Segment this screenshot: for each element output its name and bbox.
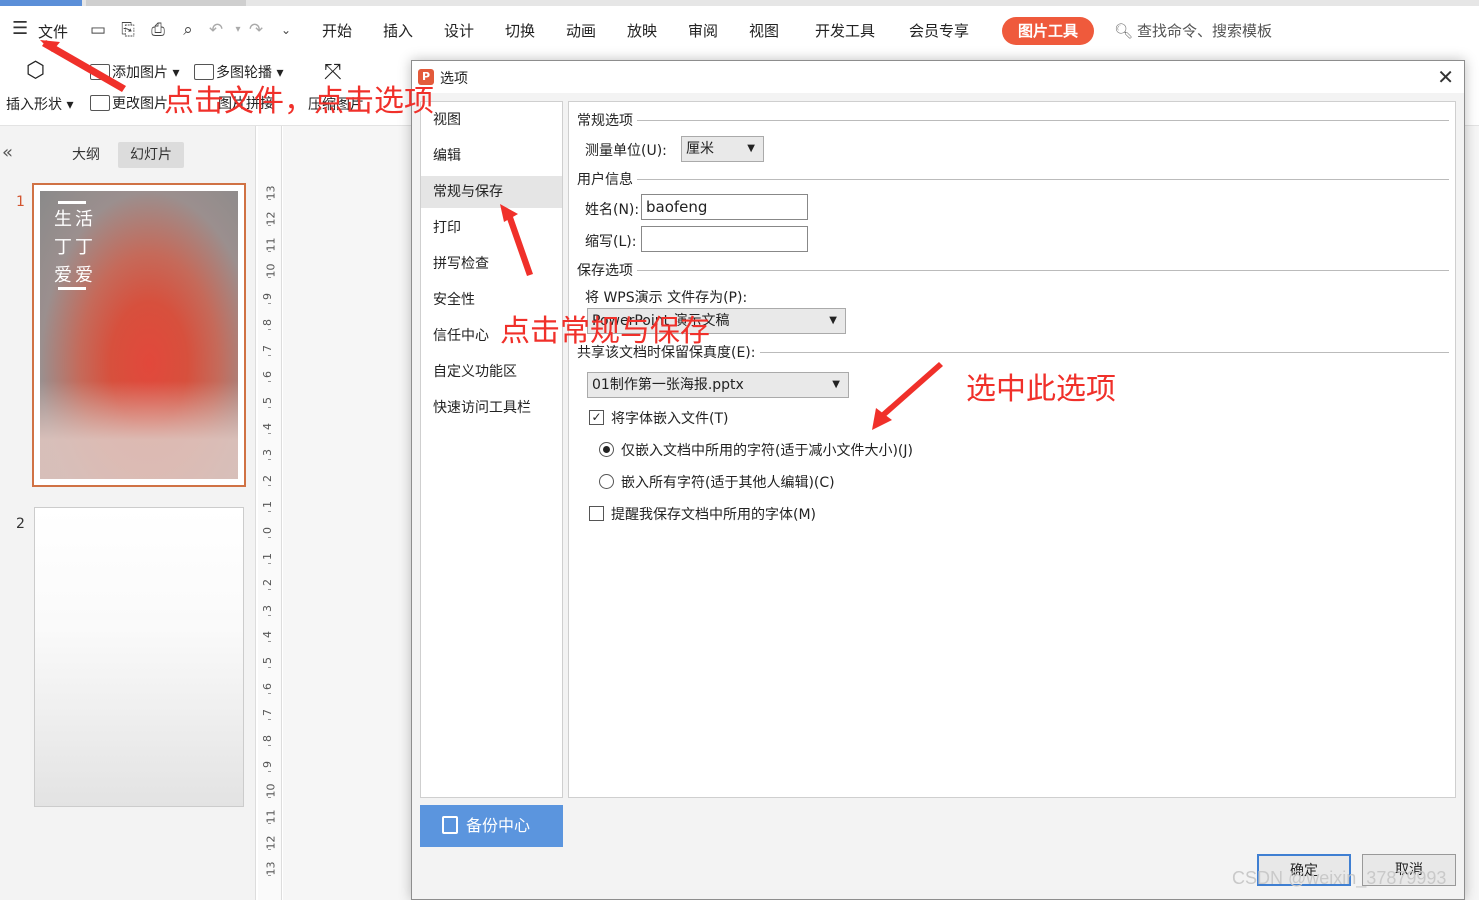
arrow-to-embed-option [880,362,943,418]
watermark: CSDN @weixin_37879993 [1232,868,1447,888]
annotation-select-option: 选中此选项 [966,372,1116,407]
annotation-click-file-options: 点击文件，点击选项 [164,84,434,119]
annotation-click-general-save: 点击常规与保存 [500,314,710,349]
arrow-to-general-save [506,214,533,276]
annotation-arrows [40,40,943,430]
